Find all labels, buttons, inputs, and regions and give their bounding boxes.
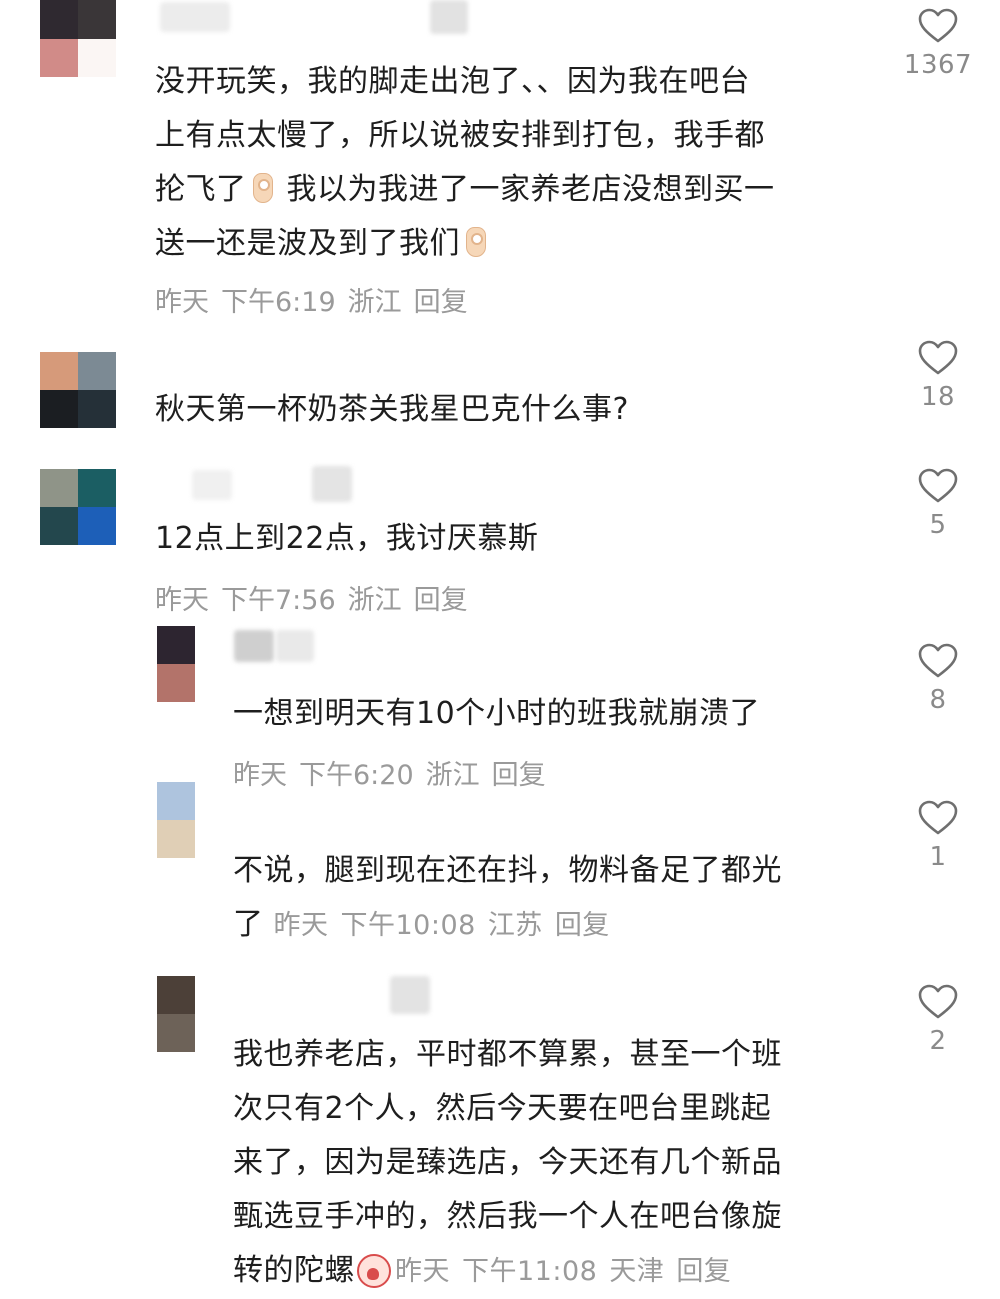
avatar-tile: [157, 664, 195, 702]
like-button[interactable]: 1: [900, 800, 976, 872]
reply-button[interactable]: 回复: [414, 287, 468, 318]
comment-text: 不说，腿到现在还在抖，物料备足了都光 了昨天 下午10:08 江苏 回复: [233, 853, 782, 942]
reply-button[interactable]: 回复: [492, 760, 546, 791]
like-button[interactable]: 1367: [900, 8, 976, 80]
like-button[interactable]: 8: [900, 643, 976, 715]
avatar-tile: [40, 390, 78, 428]
avatar-tile: [78, 0, 116, 39]
blurred-username: [390, 976, 430, 1014]
avatar-tile: [157, 820, 195, 858]
blurred-username: [312, 466, 352, 502]
comment-time: 下午10:08: [340, 910, 476, 941]
heart-outline-icon: [918, 800, 958, 835]
avatar[interactable]: [157, 782, 195, 858]
heart-outline-icon: [918, 643, 958, 678]
comment-location: 天津: [609, 1256, 665, 1287]
avatar-tile: [157, 626, 195, 664]
comment-location: 浙江: [347, 585, 402, 616]
comment-date: 昨天: [395, 1256, 450, 1287]
comment-date: 昨天: [155, 287, 209, 318]
avatar[interactable]: [40, 352, 116, 428]
like-count: 1367: [903, 50, 973, 80]
comment-meta: 昨天 下午10:08 江苏 回复: [274, 910, 610, 941]
like-count: 2: [929, 1026, 947, 1056]
avatar[interactable]: [40, 0, 116, 77]
avatar-tile: [40, 0, 78, 39]
avatar-tile: [40, 507, 78, 545]
comment-meta: 昨天 下午11:08 天津 回复: [395, 1256, 731, 1287]
avatar-tile: [78, 469, 116, 507]
avatar-tile: [78, 38, 116, 77]
avatar-tile: [157, 782, 195, 820]
avatar-tile: [78, 352, 116, 390]
reply-button[interactable]: 回复: [414, 585, 468, 616]
blurred-username: [430, 0, 468, 34]
comment-date: 昨天: [233, 760, 287, 791]
ok-hand-emoji-icon: [460, 225, 490, 259]
avatar[interactable]: [40, 469, 116, 545]
comment-text: 没开玩笑，我的脚走出泡了、、因为我在吧台 上有点太慢了，所以说被安排到打包，我手…: [155, 64, 775, 261]
comment-text: 一想到明天有10个小时的班我就崩溃了: [233, 696, 761, 731]
comment-time: 下午11:08: [462, 1256, 598, 1287]
reply-button[interactable]: 回复: [555, 910, 610, 941]
heart-outline-icon: [918, 8, 958, 43]
like-count: 1: [929, 842, 947, 872]
comment-date: 昨天: [155, 585, 209, 616]
comment-time: 下午7:56: [221, 585, 336, 616]
like-button[interactable]: 2: [900, 984, 976, 1056]
comment-text: 秋天第一杯奶茶关我星巴克什么事?: [155, 392, 629, 427]
comment-location: 江苏: [487, 910, 543, 941]
heart-outline-icon: [918, 468, 958, 503]
comment-meta: 昨天 下午7:56 浙江 回复: [155, 578, 468, 617]
like-button[interactable]: 5: [900, 468, 976, 540]
like-button[interactable]: 18: [900, 340, 976, 412]
avatar-tile: [40, 352, 78, 390]
avatar-tile: [78, 507, 116, 545]
comment-time: 下午6:20: [299, 760, 414, 791]
avatar-tile: [40, 469, 78, 507]
comment-time: 下午6:19: [221, 287, 336, 318]
like-count: 5: [929, 510, 947, 540]
blurred-username: [160, 2, 230, 32]
ok-hand-emoji-icon: [247, 171, 277, 205]
blurred-username: [276, 630, 314, 662]
reply-button[interactable]: 回复: [676, 1256, 731, 1287]
blurred-username: [234, 630, 274, 662]
blurred-username: [192, 470, 232, 500]
avatar-tile: [40, 38, 78, 77]
heart-outline-icon: [918, 984, 958, 1019]
comment-location: 浙江: [347, 287, 402, 318]
like-count: 8: [929, 685, 947, 715]
avatar-tile: [78, 390, 116, 428]
heart-outline-icon: [918, 340, 958, 375]
avatar-tile: [157, 1014, 195, 1052]
comment-meta: 昨天 下午6:20 浙江 回复: [233, 753, 546, 792]
comment-text: 12点上到22点，我讨厌慕斯: [155, 521, 539, 556]
crying-face-emoji-icon: [355, 1252, 391, 1288]
like-count: 18: [920, 382, 956, 412]
avatar[interactable]: [157, 976, 195, 1052]
avatar-tile: [157, 976, 195, 1014]
comment-text: 我也养老店，平时都不算累，甚至一个班 次只有2个人，然后今天要在吧台里跳起 来了…: [233, 1037, 782, 1288]
comment-date: 昨天: [273, 910, 329, 941]
comment-meta: 昨天 下午6:19 浙江 回复: [155, 280, 468, 319]
avatar[interactable]: [157, 626, 195, 702]
comment-location: 浙江: [425, 760, 480, 791]
